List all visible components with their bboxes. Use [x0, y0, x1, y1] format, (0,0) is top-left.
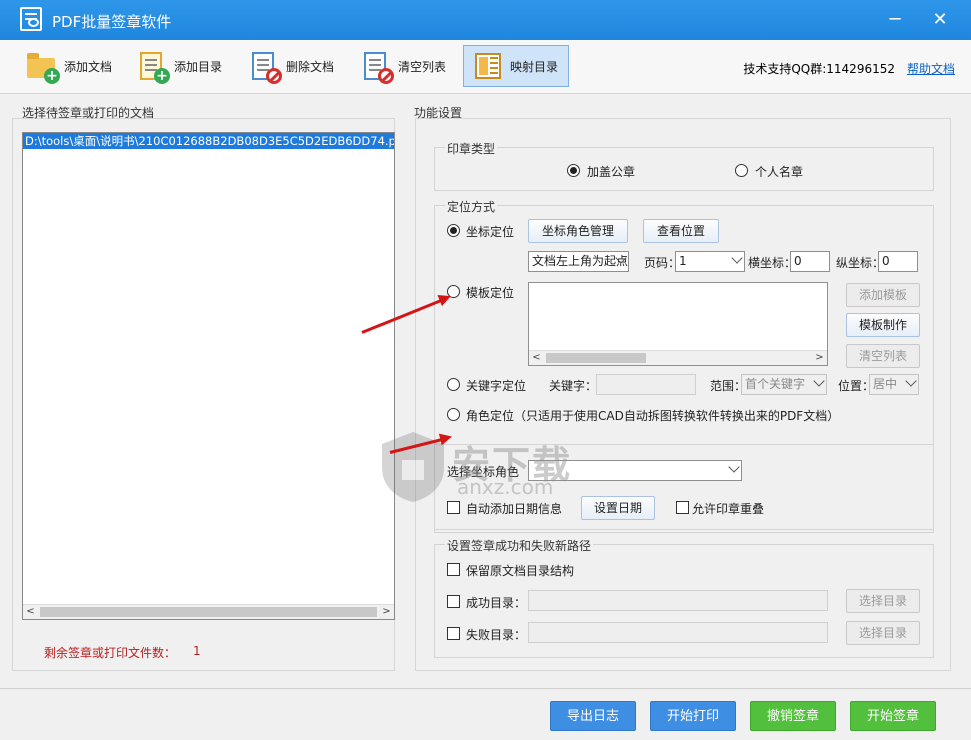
coord-role-manage-button[interactable]: 坐标角色管理	[528, 219, 628, 243]
close-button[interactable]: ✕	[925, 8, 955, 32]
fail-dir-input[interactable]	[528, 622, 828, 643]
allow-overlap-label[interactable]: 允许印章重叠	[692, 500, 764, 517]
delete-document-button[interactable]: 删除文档	[248, 46, 334, 86]
template-list-hscrollbar[interactable]: < >	[529, 350, 827, 365]
auto-date-checkbox[interactable]	[447, 501, 460, 514]
chevron-down-icon	[813, 375, 825, 387]
keyword-input[interactable]	[596, 374, 696, 395]
map-directory-label: 映射目录	[510, 59, 559, 74]
position-select[interactable]: 居中	[869, 374, 919, 395]
help-document-link[interactable]: 帮助文档	[907, 60, 955, 77]
keep-structure-checkbox[interactable]	[447, 563, 460, 576]
x-coord-input[interactable]: 0	[790, 251, 830, 272]
seal-type-group: 印章类型 加盖公章 个人名章	[434, 140, 934, 191]
official-seal-radio[interactable]	[567, 164, 580, 177]
export-log-button[interactable]: 导出日志	[550, 701, 636, 731]
template-scroll-thumb[interactable]	[546, 353, 646, 363]
add-directory-label: 添加目录	[174, 59, 223, 74]
page-value: 1	[679, 254, 687, 268]
window-title: PDF批量签章软件	[52, 13, 172, 31]
range-select[interactable]: 首个关键字	[741, 374, 827, 395]
clear-list-button[interactable]: 清空列表	[360, 46, 446, 86]
add-document-button[interactable]: + 添加文档	[26, 46, 112, 86]
keep-structure-label[interactable]: 保留原文档目录结构	[466, 562, 574, 579]
delete-document-label: 删除文档	[286, 59, 335, 74]
map-directory-icon	[472, 50, 504, 82]
minimize-button[interactable]: ─	[880, 8, 910, 32]
fail-dir-checkbox[interactable]	[447, 627, 460, 640]
auto-date-label[interactable]: 自动添加日期信息	[466, 500, 562, 517]
choose-fail-dir-button[interactable]: 选择目录	[846, 621, 920, 645]
add-template-button[interactable]: 添加模板	[846, 283, 920, 307]
anchor-origin-value: 文档左上角为起点	[532, 254, 629, 268]
support-qq-text: 技术支持QQ群:114296152	[743, 62, 895, 76]
view-position-button[interactable]: 查看位置	[643, 219, 719, 243]
position-value: 居中	[873, 377, 898, 391]
success-dir-checkbox[interactable]	[447, 595, 460, 608]
document-add-icon: +	[136, 50, 170, 84]
fail-dir-label: 失败目录：	[466, 628, 527, 642]
start-sign-button[interactable]: 开始签章	[850, 701, 936, 731]
template-scroll-left-arrow[interactable]: <	[529, 351, 544, 365]
start-print-button[interactable]: 开始打印	[650, 701, 736, 731]
chevron-down-icon	[731, 252, 743, 264]
paths-group: 设置签章成功和失败新路径 保留原文档目录结构 成功目录： 选择目录 失败目录： …	[434, 537, 934, 658]
personal-seal-radio[interactable]	[735, 164, 748, 177]
main-area: 选择待签章或打印的文档 D:\tools\桌面\说明书\210C012688B2…	[0, 94, 971, 688]
x-coord-label: 横坐标：	[748, 256, 797, 270]
personal-seal-label[interactable]: 个人名章	[755, 163, 803, 180]
watermark-subtext: anxz.com	[457, 475, 554, 499]
anchor-origin-select[interactable]: 文档左上角为起点	[528, 251, 629, 272]
role-position-radio[interactable]	[447, 408, 460, 421]
success-dir-input[interactable]	[528, 590, 828, 611]
choose-success-dir-button[interactable]: 选择目录	[846, 589, 920, 613]
file-list-item[interactable]: D:\tools\桌面\说明书\210C012688B2DB08D3E5C5D2…	[23, 133, 394, 149]
add-document-label: 添加文档	[64, 59, 113, 74]
keyword-position-label[interactable]: 关键字定位	[466, 377, 526, 394]
app-stamp-icon	[20, 7, 42, 31]
file-list-hscrollbar[interactable]: < >	[23, 604, 394, 619]
paths-title: 设置签章成功和失败新路径	[445, 537, 594, 554]
scroll-right-arrow[interactable]: >	[379, 605, 394, 619]
template-scroll-right-arrow[interactable]: >	[812, 351, 827, 365]
map-directory-button[interactable]: 映射目录	[463, 45, 570, 87]
folder-add-icon: +	[26, 50, 60, 84]
title-bar: PDF批量签章软件 ─ ✕	[0, 0, 971, 40]
template-list[interactable]: < >	[528, 282, 828, 366]
chevron-down-icon	[728, 461, 740, 473]
bottom-bar: 导出日志 开始打印 撤销签章 开始签章	[0, 688, 971, 740]
scroll-left-arrow[interactable]: <	[23, 605, 38, 619]
clear-list-label: 清空列表	[398, 59, 447, 74]
clear-template-list-button[interactable]: 清空列表	[846, 344, 920, 368]
keyword-position-radio[interactable]	[447, 378, 460, 391]
remaining-files-label: 剩余签章或打印文件数：	[44, 646, 177, 660]
make-template-button[interactable]: 模板制作	[846, 313, 920, 337]
remaining-files-count: 1	[193, 644, 201, 658]
file-list-title: 选择待签章或打印的文档	[22, 106, 155, 120]
coord-position-radio[interactable]	[447, 224, 460, 237]
allow-overlap-checkbox[interactable]	[676, 501, 689, 514]
set-date-button[interactable]: 设置日期	[581, 496, 655, 520]
positioning-title: 定位方式	[445, 198, 498, 215]
y-coord-label: 纵坐标：	[836, 256, 885, 270]
seal-type-title: 印章类型	[445, 140, 498, 157]
success-dir-label: 成功目录：	[466, 596, 527, 610]
add-directory-button[interactable]: + 添加目录	[136, 46, 222, 86]
range-value: 首个关键字	[745, 377, 806, 391]
template-position-label[interactable]: 模板定位	[466, 284, 514, 301]
keyword-label: 关键字：	[549, 379, 598, 393]
settings-title: 功能设置	[414, 106, 463, 120]
y-coord-input[interactable]: 0	[878, 251, 918, 272]
official-seal-label[interactable]: 加盖公章	[587, 163, 635, 180]
role-position-label[interactable]: 角色定位（只适用于使用CAD自动拆图转换软件转换出来的PDF文档）	[466, 407, 839, 424]
list-clear-icon	[360, 50, 394, 84]
toolbar: + 添加文档 + 添加目录 删除文档 清空列表 映射目录 技术支持QQ群:114…	[0, 40, 971, 94]
revoke-sign-button[interactable]: 撤销签章	[750, 701, 836, 731]
scroll-thumb[interactable]	[40, 607, 377, 617]
page-select[interactable]: 1	[675, 251, 745, 272]
coord-position-label[interactable]: 坐标定位	[466, 223, 514, 240]
chevron-down-icon	[905, 375, 917, 387]
file-list[interactable]: D:\tools\桌面\说明书\210C012688B2DB08D3E5C5D2…	[22, 132, 395, 620]
document-delete-icon	[248, 50, 282, 84]
